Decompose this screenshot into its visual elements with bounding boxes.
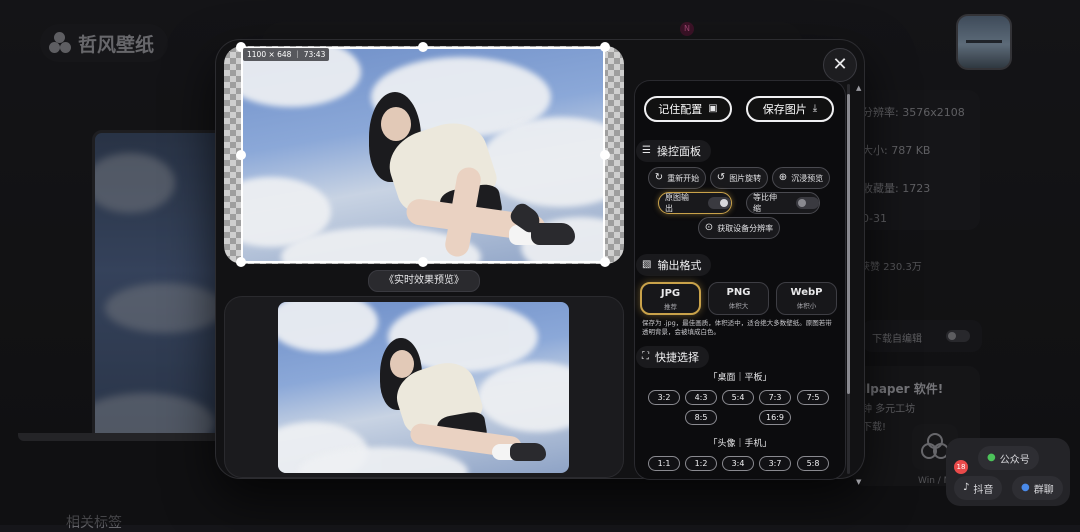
desktop-ratio-chip[interactable]: 16:9 bbox=[759, 410, 791, 425]
control-panel-title: 操控面板 bbox=[656, 145, 701, 158]
desktop-ratio-chip[interactable]: 3:2 bbox=[648, 390, 680, 405]
format-description: 保存为 .jpg，最佳画质，体积适中，适合绝大多数壁纸。原图若带透明背景，会被填… bbox=[642, 319, 832, 336]
save-image-label: 保存图片 bbox=[762, 103, 807, 116]
crop-handle-bottom-left[interactable] bbox=[236, 257, 246, 267]
original-output-toggle[interactable]: 原图输出 bbox=[658, 192, 732, 214]
close-icon: ✕ bbox=[832, 54, 848, 75]
keep-ratio-label: 等比伸缩 bbox=[753, 193, 777, 213]
format-option-webp[interactable]: WebP 体积小 bbox=[776, 282, 837, 315]
desktop-ratio-chip[interactable]: 5:4 bbox=[722, 390, 754, 405]
save-config-icon: ▣ bbox=[708, 103, 718, 114]
restart-label: 重新开始 bbox=[667, 173, 700, 183]
format-option-png[interactable]: PNG 体积大 bbox=[708, 282, 769, 315]
crop-handle-bottom-right[interactable] bbox=[600, 257, 610, 267]
avatar-ratio-chip[interactable]: 1:1 bbox=[648, 456, 680, 471]
live-preview-label: 《实时效果预览》 bbox=[368, 270, 480, 292]
scroll-up-icon[interactable]: ▲ bbox=[856, 84, 861, 92]
close-button[interactable]: ✕ bbox=[823, 48, 857, 82]
get-device-resolution-label: 获取设备分辨率 bbox=[717, 223, 774, 233]
format-name: JPG bbox=[660, 288, 681, 299]
sliders-icon: ☰ bbox=[642, 145, 651, 156]
crop-size-tag: 1100 × 648 ｜ 73:43 bbox=[243, 48, 330, 61]
wechat-button[interactable]: ● 公众号 bbox=[978, 446, 1039, 470]
output-format-title: 输出格式 bbox=[657, 259, 702, 272]
format-desc: 体积大 bbox=[728, 302, 749, 310]
wechat-icon: ● bbox=[987, 452, 996, 463]
keep-ratio-toggle[interactable]: 等比伸缩 bbox=[746, 192, 820, 214]
scroll-down-icon[interactable]: ▼ bbox=[856, 478, 861, 486]
quick-select-title: 快捷选择 bbox=[655, 351, 699, 364]
preview-image bbox=[278, 302, 569, 473]
image-icon: ▧ bbox=[642, 259, 652, 270]
notification-badge: 18 bbox=[954, 460, 968, 474]
group-chat-button[interactable]: ● 群聊 bbox=[1012, 476, 1063, 500]
crop-frame[interactable] bbox=[241, 47, 605, 263]
group-chat-label: 群聊 bbox=[1033, 484, 1054, 496]
zoom-icon: ⊕ bbox=[778, 172, 788, 183]
desktop-ratio-chip[interactable]: 4:3 bbox=[685, 390, 717, 405]
format-option-jpg[interactable]: JPG 推荐 bbox=[640, 282, 701, 315]
avatar-ratio-chip[interactable]: 5:8 bbox=[797, 456, 829, 471]
get-device-resolution-button[interactable]: ⊙ 获取设备分辨率 bbox=[698, 217, 780, 239]
rotate-image-label: 图片旋转 bbox=[729, 173, 762, 183]
desktop-ratio-chip[interactable]: 7:5 bbox=[797, 390, 829, 405]
remember-config-button[interactable]: 记住配置 ▣ bbox=[644, 96, 732, 122]
immersive-preview-button[interactable]: ⊕ 沉浸预览 bbox=[772, 167, 830, 189]
douyin-label: 抖音 bbox=[973, 484, 994, 496]
crosshair-icon: ⊙ bbox=[704, 222, 714, 233]
format-desc: 推荐 bbox=[664, 303, 677, 311]
douyin-icon: ♪ bbox=[963, 482, 970, 493]
crop-icon: ⛶ bbox=[642, 351, 649, 362]
desktop-ratio-group-title: 「桌面｜平板」 bbox=[708, 373, 772, 383]
immersive-preview-label: 沉浸预览 bbox=[791, 173, 824, 183]
wechat-label: 公众号 bbox=[999, 454, 1030, 466]
remember-config-label: 记住配置 bbox=[658, 103, 703, 116]
format-desc: 体积小 bbox=[796, 302, 817, 310]
quick-select-header: ⛶ 快捷选择 bbox=[636, 346, 709, 368]
control-panel-header: ☰ 操控面板 bbox=[636, 140, 711, 162]
avatar-ratio-chip[interactable]: 1:2 bbox=[685, 456, 717, 471]
crop-handle-bottom[interactable] bbox=[418, 257, 428, 267]
output-format-header: ▧ 输出格式 bbox=[636, 254, 712, 276]
desktop-ratio-chip[interactable]: 7:3 bbox=[759, 390, 791, 405]
rotate-image-button[interactable]: ↺ 图片旋转 bbox=[710, 167, 768, 189]
format-name: WebP bbox=[790, 287, 823, 298]
crop-handle-top[interactable] bbox=[418, 42, 428, 52]
rotate-icon: ↺ bbox=[716, 172, 726, 183]
crop-handle-top-right[interactable] bbox=[600, 42, 610, 52]
keep-ratio-switch[interactable] bbox=[795, 197, 819, 209]
avatar-ratio-chip[interactable]: 3:4 bbox=[722, 456, 754, 471]
douyin-button[interactable]: ♪ 抖音 bbox=[954, 476, 1003, 500]
avatar-ratio-chip[interactable]: 3:7 bbox=[759, 456, 791, 471]
avatar-ratio-group-title: 「头像｜手机」 bbox=[708, 439, 772, 449]
crop-handle-right[interactable] bbox=[600, 150, 610, 160]
save-image-button[interactable]: 保存图片 ⤓ bbox=[746, 96, 834, 122]
original-output-switch[interactable] bbox=[707, 197, 731, 209]
panel-scrollbar[interactable] bbox=[846, 84, 851, 474]
crop-handle-left[interactable] bbox=[236, 150, 246, 160]
desktop-ratio-chip[interactable]: 8:5 bbox=[685, 410, 717, 425]
download-icon: ⤓ bbox=[812, 103, 818, 114]
format-name: PNG bbox=[726, 287, 751, 298]
restart-button[interactable]: ↻ 重新开始 bbox=[648, 167, 706, 189]
original-output-label: 原图输出 bbox=[665, 193, 689, 213]
social-widget: ● 公众号 18 ♪ 抖音 ● 群聊 bbox=[946, 438, 1070, 506]
live-preview-box bbox=[224, 296, 624, 478]
refresh-icon: ↻ bbox=[654, 172, 664, 183]
group-chat-icon: ● bbox=[1021, 482, 1030, 493]
